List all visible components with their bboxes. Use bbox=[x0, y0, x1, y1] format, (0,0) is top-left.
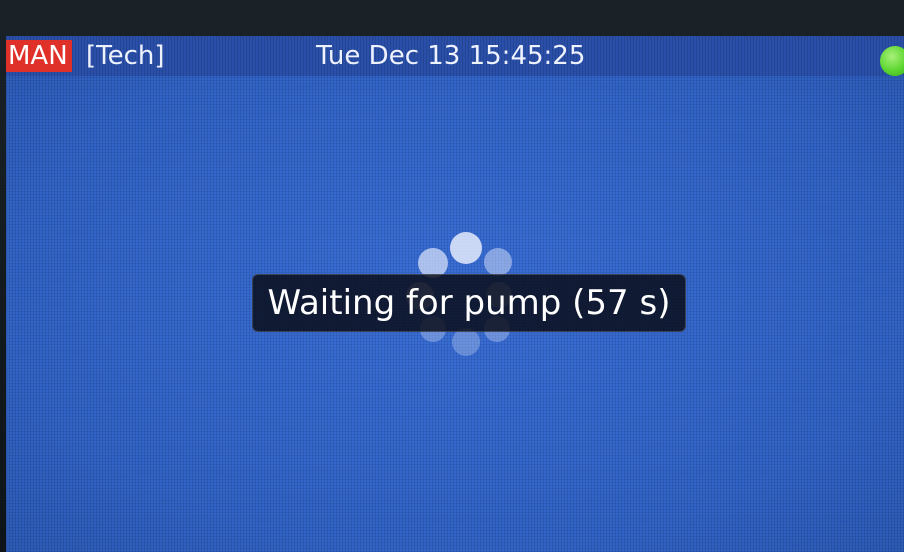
spinner-dot bbox=[452, 328, 480, 356]
status-led-icon bbox=[880, 46, 904, 76]
user-role-label: [Tech] bbox=[86, 41, 165, 71]
spinner-dot bbox=[484, 248, 512, 276]
display-screen: MAN [Tech] Tue Dec 13 15:45:25 Waiting f… bbox=[6, 36, 904, 552]
spinner-dot bbox=[450, 232, 482, 264]
status-bar: MAN [Tech] Tue Dec 13 15:45:25 bbox=[6, 36, 904, 76]
waiting-dialog: Waiting for pump (57 s) bbox=[252, 274, 686, 332]
mode-badge: MAN bbox=[6, 40, 72, 72]
date-time-display: Tue Dec 13 15:45:25 bbox=[316, 41, 586, 71]
waiting-message: Waiting for pump (57 s) bbox=[267, 283, 671, 323]
